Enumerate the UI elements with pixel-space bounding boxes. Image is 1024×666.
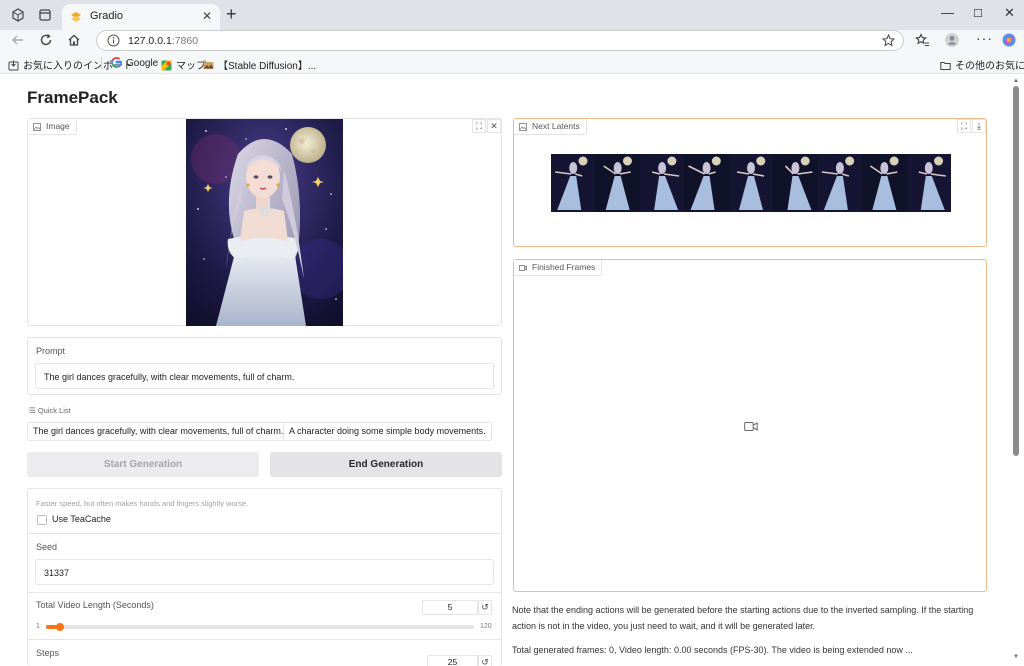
image-icon: [33, 123, 41, 131]
bookmark-separator: [101, 57, 102, 69]
video-length-number-input[interactable]: 5: [422, 600, 478, 615]
fullscreen-icon[interactable]: ⛶: [957, 119, 971, 133]
tab-close-icon[interactable]: ✕: [202, 9, 212, 23]
workspaces-icon[interactable]: [10, 7, 26, 23]
clear-image-icon[interactable]: ✕: [487, 119, 501, 133]
site-info-icon[interactable]: [107, 34, 120, 47]
latent-preview-strip: [551, 154, 951, 212]
video-icon: [519, 265, 527, 271]
latent-frame: [639, 154, 685, 212]
tab-title: Gradio: [90, 10, 124, 22]
finished-frames-label: Finished Frames: [514, 260, 603, 276]
minimize-icon[interactable]: —: [941, 5, 954, 20]
latent-frame: [728, 154, 774, 212]
bookmarks-bar: お気に入りのインポート Google マップ 【Stable Diffusion…: [0, 52, 1024, 74]
latent-frame: [551, 154, 596, 212]
settings-panel: Faster speed, but often makes hands and …: [27, 488, 502, 666]
latent-frame: [817, 154, 863, 212]
image-icon: [519, 123, 527, 131]
import-icon: [8, 60, 19, 71]
seed-input[interactable]: 31337: [35, 559, 494, 585]
quick-list-item[interactable]: The girl dances gracefully, with clear m…: [27, 422, 290, 441]
quick-list-item[interactable]: A character doing some simple body movem…: [283, 422, 492, 441]
latent-frame: [906, 154, 951, 212]
image-input-block[interactable]: Image ⛶ ✕: [27, 118, 502, 326]
scroll-up-arrow-icon[interactable]: ▲: [1013, 78, 1019, 84]
latent-frame: [862, 154, 907, 212]
stable-diffusion-favicon-icon: [203, 62, 214, 69]
browser-tab-bar: Gradio ✕ + — ☐ ✕: [0, 0, 1024, 30]
next-latents-label: Next Latents: [514, 119, 587, 135]
end-generation-button[interactable]: End Generation: [270, 452, 502, 477]
new-tab-icon[interactable]: +: [226, 4, 237, 25]
teacache-checkbox[interactable]: [37, 515, 47, 525]
steps-label: Steps: [36, 648, 60, 658]
uploaded-image: [186, 119, 343, 326]
fullscreen-icon[interactable]: ⛶: [472, 119, 486, 133]
download-icon[interactable]: ⤓: [972, 119, 986, 133]
scroll-down-arrow-icon[interactable]: ▼: [1013, 654, 1019, 660]
status-text: Total generated frames: 0, Video length:…: [512, 645, 913, 655]
browser-tab-gradio[interactable]: Gradio ✕: [62, 4, 220, 30]
divider: [28, 592, 501, 593]
folder-icon: [940, 62, 951, 70]
reload-icon[interactable]: [38, 32, 54, 48]
teacache-label: Use TeaCache: [52, 514, 111, 524]
prompt-input[interactable]: The girl dances gracefully, with clear m…: [35, 363, 494, 389]
start-generation-button[interactable]: Start Generation: [27, 452, 259, 477]
video-length-min: 1: [36, 623, 40, 630]
video-placeholder-icon: [744, 422, 758, 431]
steps-number-input[interactable]: 25: [427, 655, 478, 666]
video-length-label: Total Video Length (Seconds): [36, 600, 154, 610]
seed-label: Seed: [36, 542, 58, 552]
teacache-info: Faster speed, but often makes hands and …: [36, 499, 249, 508]
finished-frames-block: Finished Frames: [513, 259, 987, 592]
prompt-block: Prompt The girl dances gracefully, with …: [27, 337, 502, 395]
next-latents-block: Next Latents ⛶ ⤓: [513, 118, 987, 247]
favorite-star-icon[interactable]: [882, 34, 895, 47]
list-icon: ☰: [29, 406, 36, 415]
tab-actions-icon[interactable]: [37, 7, 53, 23]
latent-frame: [773, 154, 818, 212]
address-text: 127.0.0.1:7860: [128, 35, 199, 47]
page-scrollbar-thumb[interactable]: [1013, 86, 1019, 456]
bookmark-maps[interactable]: マップ: [161, 57, 206, 72]
bookmark-stable-diffusion[interactable]: 【Stable Diffusion】...: [203, 57, 316, 72]
maps-icon: [161, 60, 172, 71]
page-scrollbar[interactable]: ▲ ▼: [1012, 76, 1020, 664]
app-title: FramePack: [27, 88, 118, 107]
quick-list-label: ☰ Quick List: [29, 406, 71, 415]
maximize-icon[interactable]: ☐: [973, 7, 983, 20]
divider: [28, 639, 501, 640]
image-block-label: Image: [28, 119, 77, 135]
prompt-label: Prompt: [36, 346, 66, 356]
bookmark-other-favorites[interactable]: その他のお気に入り: [940, 57, 1024, 72]
bookmark-google[interactable]: Google: [111, 57, 158, 69]
home-icon[interactable]: [66, 32, 82, 48]
browser-toolbar: 127.0.0.1:7860 ···: [0, 30, 1024, 52]
favorites-icon[interactable]: [914, 32, 930, 48]
video-length-slider-thumb[interactable]: [56, 623, 65, 631]
reset-icon[interactable]: ↺: [478, 655, 492, 666]
back-arrow-icon[interactable]: [10, 32, 26, 48]
latent-frame: [684, 154, 729, 212]
address-bar[interactable]: 127.0.0.1:7860: [96, 30, 904, 51]
copilot-icon[interactable]: [1001, 32, 1017, 48]
video-length-slider[interactable]: [46, 623, 474, 631]
reset-icon[interactable]: ↺: [478, 600, 492, 615]
google-icon: [111, 57, 122, 68]
divider: [28, 533, 501, 534]
more-menu-icon[interactable]: ···: [976, 30, 993, 46]
gradio-favicon-icon: [71, 12, 81, 22]
video-length-max: 120: [480, 623, 492, 630]
latent-frame: [595, 154, 640, 212]
note-text: Note that the ending actions will be gen…: [512, 605, 974, 631]
close-window-icon[interactable]: ✕: [1004, 5, 1015, 21]
profile-avatar-icon[interactable]: [944, 32, 960, 48]
